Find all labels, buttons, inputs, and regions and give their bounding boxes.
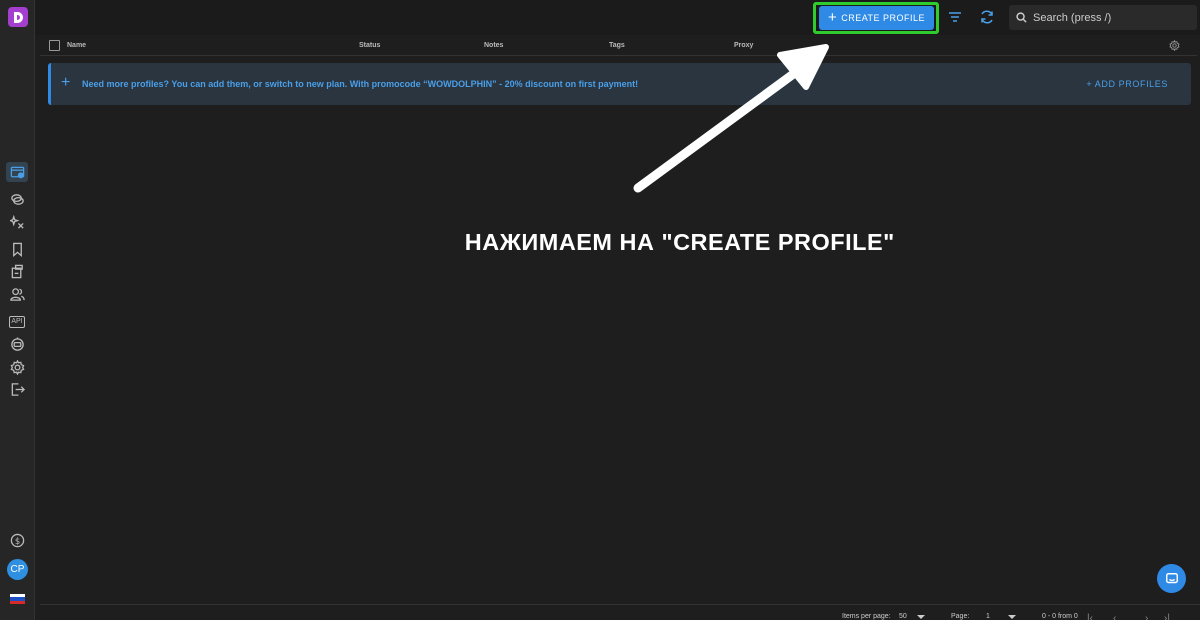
chat-bubbles-icon[interactable] [6,189,28,209]
annotation-caption: НАЖИМАЕМ НА "CREATE PROFILE" [464,229,895,255]
search-input[interactable] [1033,11,1183,24]
pagination-bar: Items per page: 50 Page: 1 0 - 0 from 0 … [40,604,1200,620]
chat-icon[interactable] [1157,564,1186,593]
gear-icon[interactable] [1169,40,1180,51]
dollar-icon[interactable]: $ [6,530,28,550]
page-range: 0 - 0 from 0 [1042,613,1078,620]
chevron-down-icon[interactable] [917,615,925,619]
users-icon[interactable] [6,284,28,304]
language-flag-icon[interactable] [10,594,25,604]
annotation-arrow [633,44,829,193]
logout-icon[interactable] [6,379,28,399]
plus-icon: + [827,9,838,26]
page-label: Page: [951,613,970,620]
sidebar: API $ CP [0,0,35,620]
filter-icon[interactable] [947,10,963,24]
magic-icon[interactable] [6,212,28,232]
first-page-icon[interactable]: |‹ [1087,613,1093,620]
svg-text:$: $ [14,535,19,545]
profiles-icon[interactable] [6,162,28,182]
next-page-icon[interactable]: › [1145,613,1148,620]
refresh-icon[interactable] [979,9,995,25]
settings-icon[interactable] [6,357,28,377]
table-header: Name Status Notes Tags Proxy [40,36,1197,56]
select-all-checkbox[interactable] [49,40,60,51]
chevron-down-icon[interactable] [1008,615,1016,619]
items-per-page-label: Items per page: [842,613,891,620]
search-box[interactable] [1009,5,1197,30]
app-window: API $ CP + CREATE PROFILE Search (press … [0,0,1200,620]
page-value[interactable]: 1 [986,613,990,620]
clipboard-icon[interactable] [6,261,28,281]
plus-icon: + [61,74,71,91]
create-profile-button[interactable]: + CREATE PROFILE [819,6,934,30]
previous-page-icon[interactable]: ‹ [1113,613,1116,620]
column-notes[interactable]: Notes [484,42,503,49]
search-icon [1016,12,1027,23]
column-name[interactable]: Name [67,42,86,49]
logo-icon[interactable] [8,7,28,27]
bot-icon[interactable] [6,334,28,354]
add-profiles-button[interactable]: + ADD PROFILES [1086,79,1168,89]
api-icon[interactable]: API [6,312,28,332]
bookmark-icon[interactable] [6,239,28,259]
last-page-icon[interactable]: ›| [1164,613,1170,620]
items-per-page-value[interactable]: 50 [899,613,907,620]
avatar[interactable]: CP [7,559,28,580]
create-profile-label: CREATE PROFILE [841,13,926,23]
banner-text: Need more profiles? You can add them, or… [82,79,639,89]
column-status[interactable]: Status [359,42,380,49]
